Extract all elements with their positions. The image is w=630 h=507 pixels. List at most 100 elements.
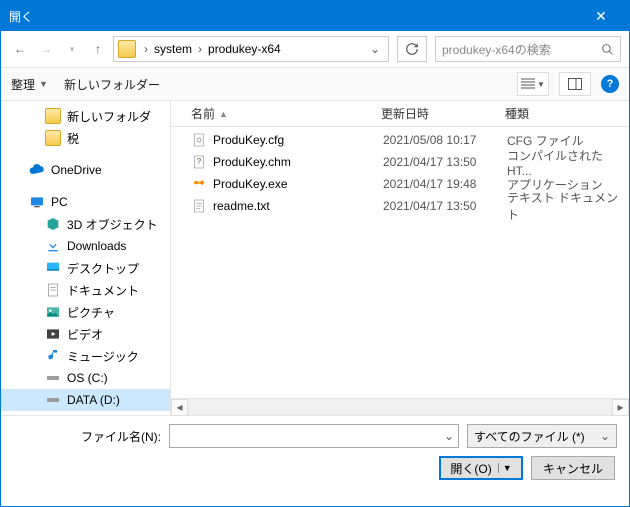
file-name: readme.txt	[213, 199, 383, 213]
sidebar-item[interactable]: OneDrive	[1, 159, 170, 181]
drive-icon	[45, 392, 61, 408]
file-name: ProduKey.exe	[213, 177, 383, 191]
file-modified: 2021/04/17 13:50	[383, 199, 507, 213]
footer: ファイル名(N): ⌄ すべてのファイル (*) ⌄ 開く(O)▼ キャンセル	[1, 415, 629, 492]
file-modified: 2021/04/17 13:50	[383, 155, 507, 169]
sidebar-item-label: ビデオ	[67, 326, 103, 343]
folder-icon	[118, 40, 136, 58]
title-bar: 開く ✕	[1, 1, 629, 31]
sidebar-item-label: 3D オブジェクト	[67, 216, 158, 233]
up-button[interactable]: ↑	[87, 38, 109, 60]
sidebar-item-label: OS (C:)	[67, 371, 108, 385]
sidebar-item[interactable]: ピクチャ	[1, 301, 170, 323]
sidebar-item-label: Downloads	[67, 239, 126, 253]
search-input[interactable]: produkey-x64の検索	[435, 36, 621, 62]
onedrive-icon	[29, 162, 45, 178]
forward-button[interactable]: →	[35, 38, 57, 60]
sidebar-item[interactable]: DATA (D:)	[1, 389, 170, 411]
file-list-area: 名前▲ 更新日時 種類 ProduKey.cfg2021/05/08 10:17…	[171, 101, 629, 415]
open-split-indicator: ▼	[498, 463, 512, 473]
filename-label: ファイル名(N):	[13, 428, 161, 445]
back-button[interactable]: ←	[9, 38, 31, 60]
filename-input[interactable]: ⌄	[169, 424, 459, 448]
sidebar-item-label: PC	[51, 195, 68, 209]
close-button[interactable]: ✕	[581, 8, 621, 25]
downloads-icon	[45, 238, 61, 254]
videos-icon	[45, 326, 61, 342]
filetype-filter[interactable]: すべてのファイル (*) ⌄	[467, 424, 617, 448]
organize-menu[interactable]: 整理▼	[11, 76, 48, 93]
sidebar-item[interactable]: ミュージック	[1, 345, 170, 367]
chm-file-icon: ?	[191, 154, 207, 170]
file-type: コンパイルされた HT...	[507, 147, 629, 178]
scroll-right-arrow[interactable]: ▸	[612, 399, 629, 416]
sidebar-item[interactable]: PC	[1, 191, 170, 213]
file-type: テキスト ドキュメント	[507, 189, 629, 223]
documents-icon	[45, 282, 61, 298]
path-crumb-1[interactable]: produkey-x64	[206, 42, 283, 56]
file-name: ProduKey.chm	[213, 155, 383, 169]
col-modified[interactable]: 更新日時	[381, 105, 505, 122]
horizontal-scrollbar[interactable]: ◂ ▸	[171, 398, 629, 415]
music-icon	[45, 348, 61, 364]
sidebar-item[interactable]: Downloads	[1, 235, 170, 257]
file-row[interactable]: readme.txt2021/04/17 13:50テキスト ドキュメント	[171, 195, 629, 217]
breadcrumb-path[interactable]: › system › produkey-x64 ⌄	[113, 36, 389, 62]
sidebar-item-label: 税	[67, 130, 79, 147]
file-row[interactable]: ?ProduKey.chm2021/04/17 13:50コンパイルされた HT…	[171, 151, 629, 173]
view-mode-button[interactable]: ▼	[517, 72, 549, 96]
file-modified: 2021/04/17 19:48	[383, 177, 507, 191]
sidebar-item-label: デスクトップ	[67, 260, 139, 277]
svg-text:?: ?	[197, 157, 202, 166]
open-button[interactable]: 開く(O)▼	[439, 456, 523, 480]
recent-dropdown[interactable]: ▾	[61, 38, 83, 60]
path-sep-1: ›	[194, 42, 206, 56]
sidebar-item[interactable]: デスクトップ	[1, 257, 170, 279]
filename-dropdown-icon[interactable]: ⌄	[444, 429, 454, 443]
txt-file-icon	[191, 198, 207, 214]
sidebar-item[interactable]: ドキュメント	[1, 279, 170, 301]
sidebar-item-label: ピクチャ	[67, 304, 115, 321]
sidebar-item[interactable]: 3D オブジェクト	[1, 213, 170, 235]
sidebar-item[interactable]: 新しいフォルダ	[1, 105, 170, 127]
scroll-track[interactable]	[188, 399, 612, 416]
sidebar-item-label: ミュージック	[67, 348, 139, 365]
sidebar-item[interactable]: ビデオ	[1, 323, 170, 345]
filter-label: すべてのファイル (*)	[474, 428, 585, 445]
cfg-file-icon	[191, 132, 207, 148]
sidebar-item-label: DATA (D:)	[67, 393, 120, 407]
col-name[interactable]: 名前	[191, 105, 215, 122]
file-modified: 2021/05/08 10:17	[383, 133, 507, 147]
pc-icon	[29, 194, 45, 210]
nav-row: ← → ▾ ↑ › system › produkey-x64 ⌄ produk…	[1, 31, 629, 67]
exe-file-icon	[191, 176, 207, 192]
sidebar-item[interactable]: 税	[1, 127, 170, 149]
path-dropdown[interactable]: ⌄	[366, 42, 384, 56]
path-sep-0: ›	[140, 42, 152, 56]
folder-icon	[45, 130, 61, 146]
column-headers[interactable]: 名前▲ 更新日時 種類	[171, 101, 629, 127]
sidebar-item-label: 新しいフォルダ	[67, 108, 151, 125]
path-crumb-0[interactable]: system	[152, 42, 194, 56]
help-button[interactable]: ?	[601, 75, 619, 93]
sidebar-item[interactable]: OS (C:)	[1, 367, 170, 389]
cancel-button[interactable]: キャンセル	[531, 456, 615, 480]
search-icon	[601, 43, 614, 56]
sidebar-tree[interactable]: 新しいフォルダ税 OneDrive PC 3D オブジェクト Downloads デスクト…	[1, 101, 171, 415]
drive-icon	[45, 414, 61, 415]
pictures-icon	[45, 304, 61, 320]
desktop-icon	[45, 260, 61, 276]
scroll-left-arrow[interactable]: ◂	[171, 399, 188, 416]
folder-icon	[45, 108, 61, 124]
file-list[interactable]: ProduKey.cfg2021/05/08 10:17CFG ファイル?Pro…	[171, 127, 629, 398]
file-name: ProduKey.cfg	[213, 133, 383, 147]
sidebar-item[interactable]: Data (F:)	[1, 411, 170, 415]
col-type[interactable]: 種類	[505, 105, 629, 122]
refresh-button[interactable]	[397, 36, 427, 62]
drive-icon	[45, 370, 61, 386]
search-placeholder: produkey-x64の検索	[442, 41, 551, 58]
preview-pane-button[interactable]	[559, 72, 591, 96]
toolbar: 整理▼ 新しいフォルダー ▼ ?	[1, 67, 629, 101]
sidebar-item-label: OneDrive	[51, 163, 102, 177]
newfolder-button[interactable]: 新しいフォルダー	[64, 76, 160, 93]
